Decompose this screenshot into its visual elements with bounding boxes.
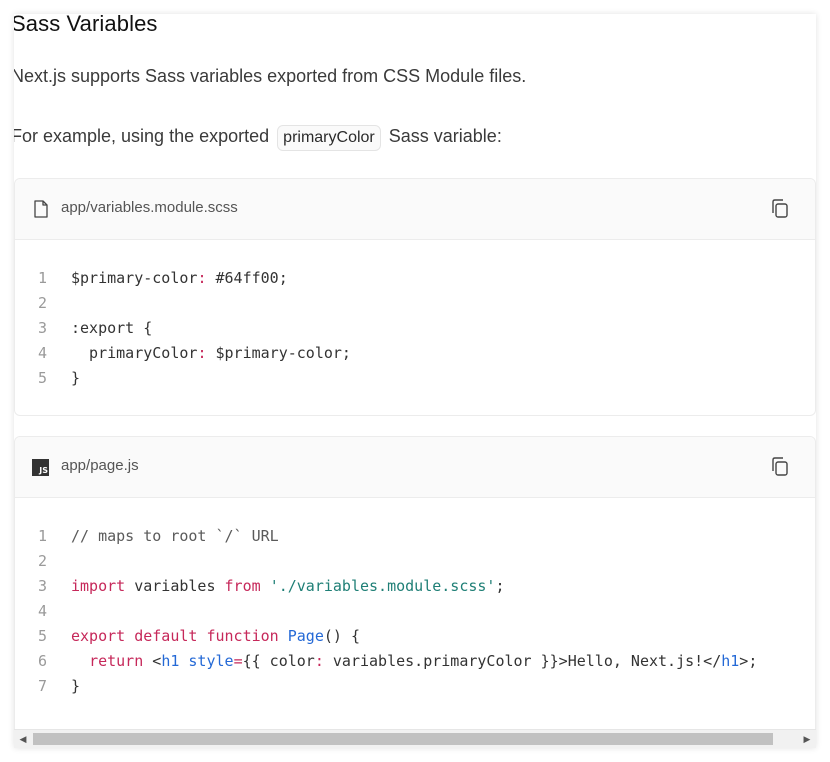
line-number: 1 bbox=[37, 269, 47, 287]
code-token: from bbox=[224, 577, 261, 595]
code-line: 4 bbox=[15, 599, 815, 624]
code-token: {{ color bbox=[242, 652, 315, 670]
code-token: $primary-color; bbox=[206, 344, 351, 362]
line-number: 1 bbox=[37, 527, 47, 545]
code-token: ; bbox=[495, 577, 505, 595]
code-token: h1 bbox=[161, 652, 180, 670]
code-token: './variables.module.scss' bbox=[269, 577, 496, 595]
code-line: 3 :export { bbox=[15, 316, 815, 341]
intro-paragraph: Next.js supports Sass variables exported… bbox=[14, 66, 527, 86]
line-number: 7 bbox=[37, 677, 47, 695]
code-line: 1 // maps to root `/` URL bbox=[15, 524, 815, 549]
code-line: 2 bbox=[15, 549, 815, 574]
code-line: 1 $primary-color: #64ff00; bbox=[15, 266, 815, 291]
code-token: #64ff00; bbox=[206, 269, 288, 287]
code-token: import bbox=[71, 577, 126, 595]
code-block-header: app/variables.module.scss bbox=[15, 179, 815, 240]
docs-page: Sass Variables Next.js supports Sass var… bbox=[14, 14, 816, 748]
code-line: 3 import variables from './variables.modu… bbox=[15, 574, 815, 599]
code-line: 7} bbox=[15, 674, 815, 699]
code-block-scss: app/variables.module.scss 1 $primary-colo… bbox=[14, 178, 816, 416]
line-number: 5 bbox=[37, 369, 47, 387]
line-number: 5 bbox=[37, 627, 47, 645]
section-heading: Sass Variables bbox=[14, 14, 158, 36]
code-token: = bbox=[233, 652, 243, 670]
code-token: Page bbox=[287, 627, 324, 645]
js-icon: JS bbox=[32, 459, 49, 476]
code-lines: 1 $primary-color: #64ff00; 2 3:export {4 pr… bbox=[15, 240, 815, 391]
line-number: 3 bbox=[37, 319, 47, 337]
code-token: variables bbox=[125, 577, 225, 595]
code-token: h1 bbox=[721, 652, 740, 670]
line-number: 6 bbox=[37, 652, 47, 670]
code-token: variables.primaryColor }}>Hello, Next.js… bbox=[323, 652, 722, 670]
code-token: $primary-color bbox=[71, 269, 198, 287]
example-text-after: Sass variable: bbox=[388, 126, 502, 146]
copy-icon[interactable] bbox=[769, 456, 791, 478]
code-token: } bbox=[71, 677, 81, 695]
scroll-right-arrow-icon[interactable]: ▶ bbox=[802, 734, 812, 744]
code-token: primaryColor bbox=[71, 344, 198, 362]
code-token: < bbox=[143, 652, 162, 670]
horizontal-scrollbar[interactable]: ◀ ▶ bbox=[14, 729, 816, 748]
code-token: :export { bbox=[71, 319, 153, 337]
example-text-before: For example, using the exported bbox=[14, 126, 270, 146]
line-number: 4 bbox=[37, 344, 47, 362]
code-block-js: JS app/page.js 1 // maps to root `/` URL 2… bbox=[14, 436, 816, 748]
copy-icon[interactable] bbox=[769, 198, 791, 220]
code-token: // maps to root `/` URL bbox=[71, 527, 279, 545]
line-number: 4 bbox=[37, 602, 47, 620]
scroll-left-arrow-icon[interactable]: ◀ bbox=[18, 734, 28, 744]
code-block-header: JS app/page.js bbox=[15, 437, 815, 498]
code-line: 5 export default function Page() { bbox=[15, 624, 815, 649]
code-token: style bbox=[188, 652, 234, 670]
code-token: function bbox=[206, 627, 279, 645]
code-token: export bbox=[71, 627, 126, 645]
code-line: 5} bbox=[15, 366, 815, 391]
code-line: 2 bbox=[15, 291, 815, 316]
example-paragraph: For example, using the exported primaryC… bbox=[14, 125, 502, 151]
filename: app/page.js bbox=[61, 457, 139, 474]
line-number: 2 bbox=[37, 294, 47, 312]
code-token: default bbox=[134, 627, 198, 645]
scroll-thumb[interactable] bbox=[33, 733, 773, 745]
code-token: : bbox=[314, 652, 324, 670]
line-number: 2 bbox=[37, 552, 47, 570]
line-number: 3 bbox=[37, 577, 47, 595]
code-lines: 1 // maps to root `/` URL 2 3 import variabl… bbox=[15, 498, 815, 699]
code-line: 4 primaryColor: $primary-color; bbox=[15, 341, 815, 366]
code-token: return bbox=[89, 652, 144, 670]
file-icon bbox=[34, 200, 48, 218]
filename: app/variables.module.scss bbox=[61, 199, 238, 216]
code-token: () { bbox=[323, 627, 360, 645]
inline-code: primaryColor bbox=[277, 125, 381, 151]
code-token: >; bbox=[739, 652, 758, 670]
code-line: 6 return <h1 style={{ color: variables.p… bbox=[15, 649, 815, 674]
code-token: } bbox=[71, 369, 81, 387]
